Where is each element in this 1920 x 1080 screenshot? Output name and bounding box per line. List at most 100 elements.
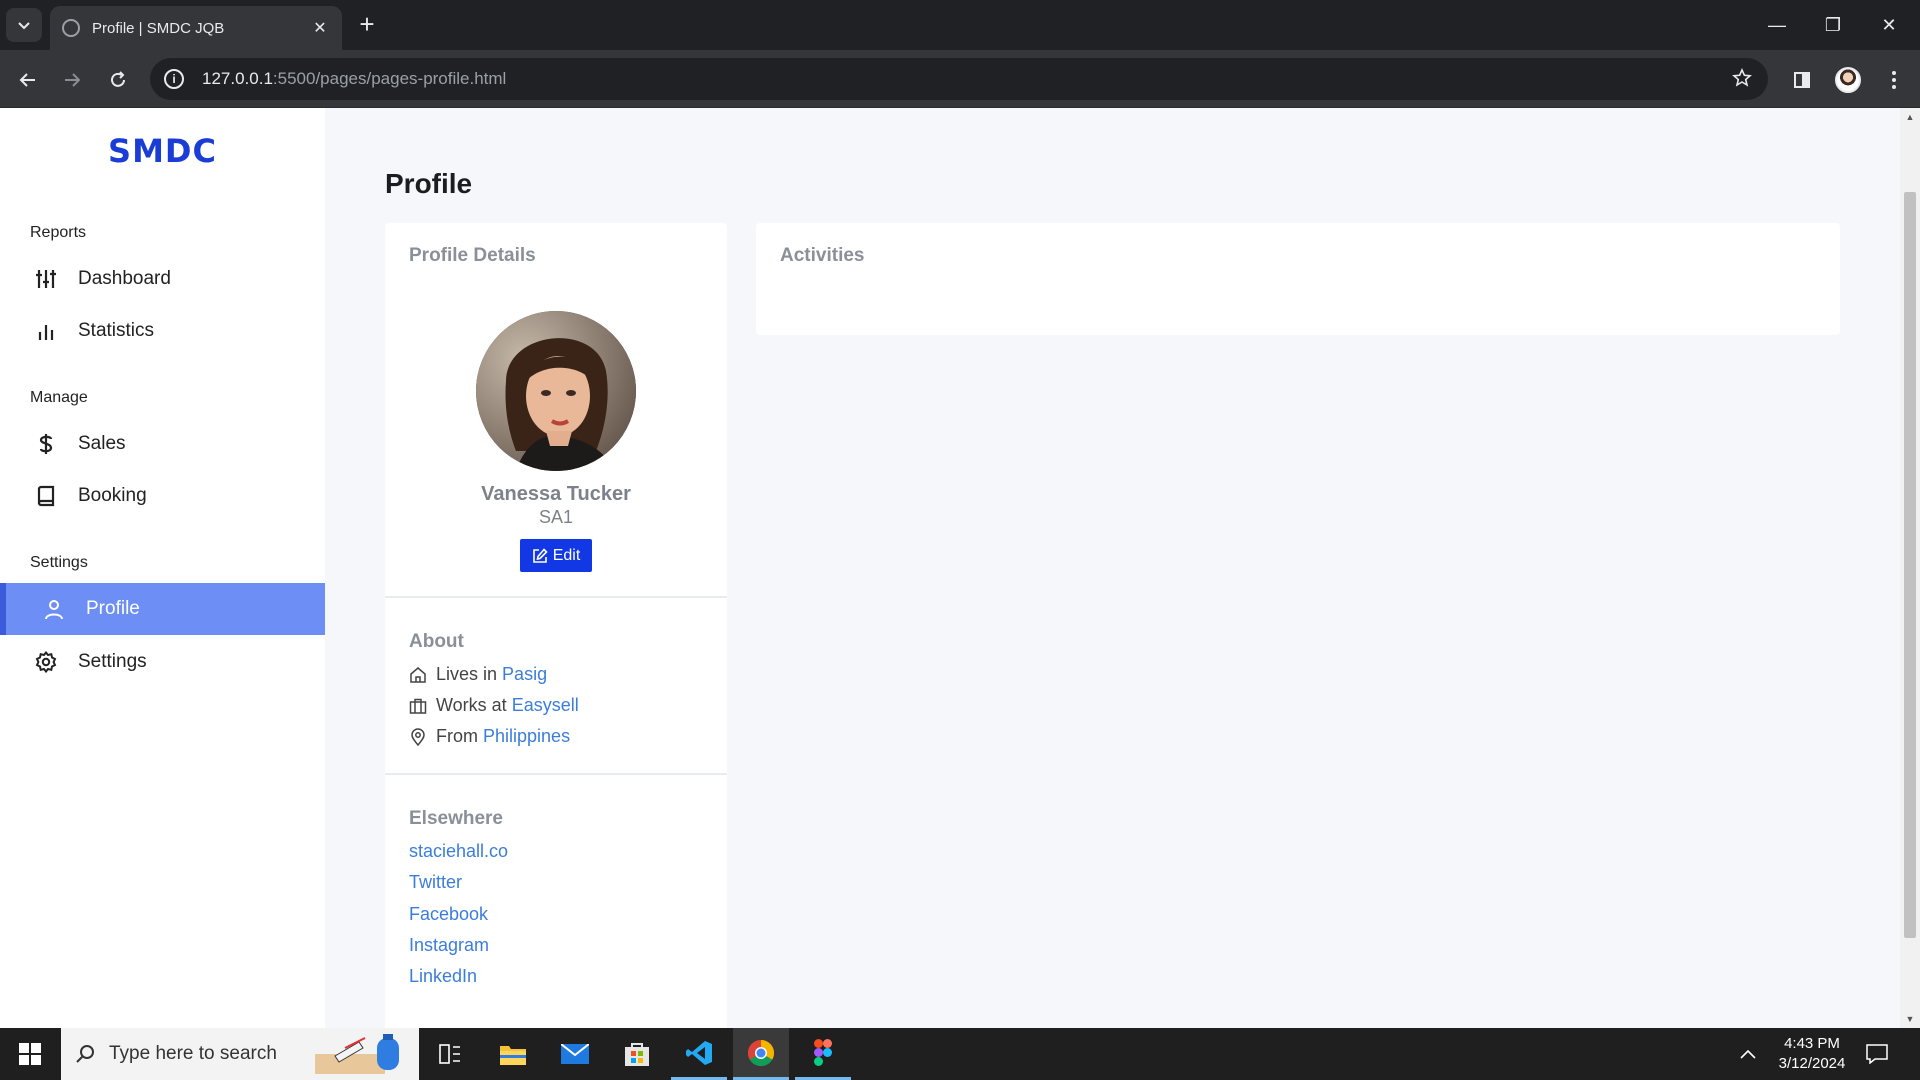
taskbar-store[interactable] <box>609 1028 665 1080</box>
arrow-right-icon <box>65 73 81 87</box>
globe-icon <box>62 19 80 37</box>
chevron-down-icon <box>18 22 30 30</box>
reload-icon <box>111 71 125 87</box>
windows-icon <box>19 1043 41 1065</box>
new-tab-button[interactable]: + <box>352 10 382 40</box>
edit-icon <box>532 547 548 564</box>
activities-card: Activities <box>756 223 1840 335</box>
forward-button[interactable] <box>56 64 88 96</box>
start-button[interactable] <box>0 1028 60 1080</box>
back-button[interactable] <box>12 64 44 96</box>
page-scrollbar[interactable]: ▲ ▼ <box>1900 108 1920 1028</box>
profile-avatar-button[interactable] <box>1832 64 1864 96</box>
dollar-icon <box>34 432 58 456</box>
tab-title: Profile | SMDC JQB <box>92 19 225 37</box>
elsewhere-link-instagram[interactable]: Instagram <box>409 935 489 956</box>
bookmark-star-icon[interactable] <box>1732 68 1752 93</box>
divider <box>385 596 727 598</box>
sidebar-item-label: Sales <box>78 433 126 454</box>
chrome-icon <box>747 1039 775 1066</box>
taskbar-file-explorer[interactable] <box>485 1028 541 1080</box>
profile-role: SA1 <box>538 507 574 527</box>
store-icon <box>625 1043 649 1066</box>
page-viewport: SMDC Reports Dashboard Statistics Manage… <box>0 108 1920 1028</box>
reload-button[interactable] <box>102 64 134 96</box>
sliders-icon <box>34 267 58 291</box>
notification-icon <box>1866 1044 1888 1064</box>
windows-taskbar: Type here to search 4:43 PM 3/12/2024 <box>0 1028 1920 1080</box>
sidebar-item-label: Booking <box>78 485 147 506</box>
browser-tab[interactable]: Profile | SMDC JQB ✕ <box>50 6 342 50</box>
works-at-link[interactable]: Easysell <box>512 695 579 716</box>
minimize-button[interactable]: — <box>1752 10 1802 40</box>
sidebar-item-statistics[interactable]: Statistics <box>0 305 325 357</box>
sidebar-item-profile[interactable]: Profile <box>0 583 325 635</box>
card-heading: Profile Details <box>409 245 536 266</box>
scrollbar-thumb[interactable] <box>1904 192 1916 938</box>
book-icon <box>34 484 58 508</box>
clock-time: 4:43 PM <box>1784 1035 1840 1052</box>
url-text: 127.0.0.1:5500/pages/pages-profile.html <box>202 69 507 88</box>
taskbar-figma[interactable] <box>795 1028 851 1080</box>
taskbar-chrome[interactable] <box>733 1028 789 1080</box>
profile-name: Vanessa Tucker <box>481 483 631 505</box>
from-link[interactable]: Philippines <box>483 726 570 747</box>
card-heading: Activities <box>780 245 865 266</box>
address-bar[interactable]: i 127.0.0.1:5500/pages/pages-profile.htm… <box>150 58 1768 100</box>
bar-chart-icon <box>34 319 58 343</box>
home-icon <box>409 666 429 684</box>
sidebar-item-label: Dashboard <box>78 268 171 289</box>
elsewhere-link-linkedin[interactable]: LinkedIn <box>409 966 477 987</box>
chevron-up-icon <box>1740 1049 1756 1059</box>
elsewhere-link-facebook[interactable]: Facebook <box>409 904 488 925</box>
site-info-icon[interactable]: i <box>164 69 184 89</box>
sidebar-item-label: Settings <box>78 651 147 672</box>
elsewhere-link-website[interactable]: staciehall.co <box>409 841 508 862</box>
folder-icon <box>500 1046 526 1065</box>
close-window-button[interactable]: ✕ <box>1864 10 1914 40</box>
sidebar-item-settings[interactable]: Settings <box>0 636 325 688</box>
taskbar-mail[interactable] <box>547 1028 603 1080</box>
section-label-reports: Reports <box>30 224 87 241</box>
browser-menu-icon[interactable] <box>1878 64 1910 96</box>
sidebar-item-dashboard[interactable]: Dashboard <box>0 253 325 305</box>
map-pin-icon <box>409 727 429 746</box>
section-label-settings: Settings <box>30 554 88 571</box>
about-heading: About <box>409 631 464 652</box>
side-panel-icon[interactable] <box>1786 64 1818 96</box>
browser-tab-bar: Profile | SMDC JQB ✕ + — ❐ ✕ <box>0 0 1920 50</box>
scroll-down-arrow[interactable]: ▼ <box>1900 1014 1920 1024</box>
elsewhere-heading: Elsewhere <box>409 808 503 829</box>
sidebar-item-label: Statistics <box>78 320 155 341</box>
mail-icon <box>561 1044 589 1064</box>
action-center-button[interactable] <box>1866 1028 1888 1080</box>
tray-overflow-button[interactable] <box>1740 1028 1756 1080</box>
about-works-at: Works at Easysell <box>409 695 579 716</box>
close-icon[interactable]: ✕ <box>310 18 330 38</box>
elsewhere-link-twitter[interactable]: Twitter <box>409 872 462 893</box>
edit-profile-button[interactable]: Edit <box>520 539 592 572</box>
page-title: Profile <box>385 168 473 199</box>
task-view-icon <box>439 1044 460 1064</box>
search-highlight-icon <box>315 1034 407 1080</box>
brand-logo[interactable]: SMDC <box>0 132 325 170</box>
sidebar: SMDC Reports Dashboard Statistics Manage… <box>0 108 325 1028</box>
profile-details-card: Profile Details Vanessa Tucker SA1 Edit … <box>385 223 727 1028</box>
sidebar-item-booking[interactable]: Booking <box>0 470 325 522</box>
task-view-button[interactable] <box>422 1028 478 1080</box>
tab-search-button[interactable] <box>6 8 42 42</box>
browser-toolbar: i 127.0.0.1:5500/pages/pages-profile.htm… <box>0 50 1920 108</box>
taskbar-vscode[interactable] <box>671 1028 727 1080</box>
clock-date: 3/12/2024 <box>1778 1055 1846 1072</box>
scroll-up-arrow[interactable]: ▲ <box>1900 112 1920 122</box>
profile-photo <box>476 311 636 471</box>
user-icon <box>42 597 66 621</box>
sidebar-item-sales[interactable]: Sales <box>0 418 325 470</box>
taskbar-search[interactable]: Type here to search <box>61 1028 419 1080</box>
lives-in-link[interactable]: Pasig <box>502 664 547 685</box>
system-clock[interactable]: 4:43 PM 3/12/2024 <box>1762 1034 1862 1074</box>
search-icon <box>75 1044 95 1064</box>
section-label-manage: Manage <box>30 389 88 406</box>
restore-button[interactable]: ❐ <box>1808 10 1858 40</box>
about-lives-in: Lives in Pasig <box>409 664 547 685</box>
